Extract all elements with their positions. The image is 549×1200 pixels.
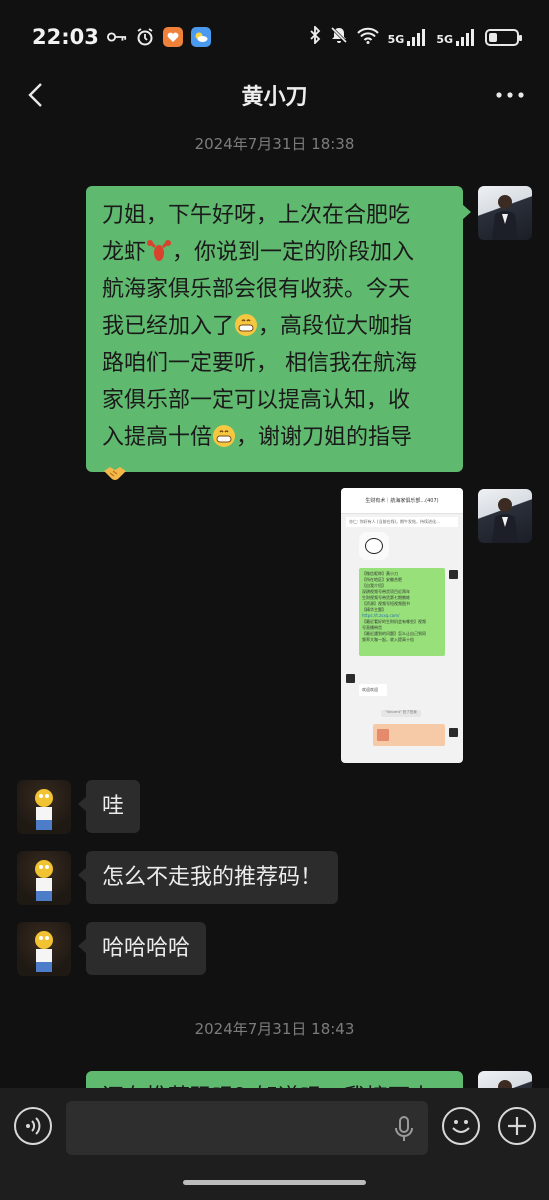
message-input[interactable] [66, 1101, 428, 1155]
status-time: 22:03 [32, 25, 99, 49]
image-chat-header: 生财有术｜航海家俱乐部...(407) [341, 488, 463, 514]
avatar-self[interactable] [478, 489, 532, 543]
emoji-icon [452, 1120, 470, 1133]
status-bar: 22:03 5G 5G [0, 0, 549, 74]
app-heart-icon [162, 27, 183, 47]
timestamp: 2024年7月31日 18:43 [194, 1020, 355, 1038]
alarm-icon [135, 27, 155, 47]
panda-sticker-icon [359, 532, 389, 560]
panda-face [365, 538, 383, 554]
mute-icon [330, 26, 348, 48]
more-dots-icon [496, 92, 524, 98]
key-icon [106, 27, 127, 47]
emoji-button[interactable] [442, 1107, 480, 1145]
status-right-icons: 5G 5G [309, 24, 522, 48]
status-left-icons [106, 27, 211, 47]
image-card [373, 724, 445, 746]
image-card-thumb [377, 729, 389, 741]
network-type-1: 5G [387, 32, 405, 46]
more-button[interactable] [493, 78, 527, 112]
battery-level [489, 32, 497, 42]
grin-emoji-icon [234, 312, 258, 336]
input-bar [0, 1088, 549, 1200]
voice-icon [26, 1117, 41, 1135]
battery-icon [485, 28, 522, 46]
image-line: 频率大咖一起，收入提高十倍 [362, 637, 414, 642]
message-line: 家俱乐部一定可以提高认知，收 [102, 388, 411, 413]
message-bubble-incoming[interactable]: 怎么不走我的推荐码！ [77, 851, 339, 904]
image-avatar [449, 570, 458, 579]
avatar-contact[interactable] [17, 780, 71, 834]
bluetooth-icon [309, 24, 321, 48]
image-notice: 亦仁: 你好有人 (当前在线)，期午发帖，持续进化... [346, 517, 458, 527]
plus-icon [508, 1117, 526, 1135]
grin-emoji-icon [212, 423, 236, 447]
handshake-emoji-icon [102, 460, 128, 484]
nav-bar: 黄小刀 [0, 74, 549, 116]
image-system-message: "Vincent" 拍了拍我 [381, 710, 421, 717]
message-line: 入提高十倍 ，谢谢刀姐的指导 [102, 419, 463, 456]
lobster-emoji-icon [146, 238, 172, 262]
signal-icon-2: 5G [436, 28, 476, 46]
image-green-bubble: 【微信昵称】黄小刀 【所在地区】安徽合肥 【自我介绍】 深耕视频号带货项目近两年… [359, 568, 445, 656]
plus-button[interactable] [498, 1107, 536, 1145]
message-text: ，谢谢刀姐的指导 [236, 425, 413, 450]
image-avatar [449, 728, 458, 737]
home-indicator[interactable] [183, 1180, 366, 1185]
message-line: 我已经加入了 ，高段位大咖指 [102, 308, 463, 345]
shared-screenshot-image[interactable]: 生财有术｜航海家俱乐部...(407) 亦仁: 你好有人 (当前在线)，期午发帖… [341, 488, 463, 763]
chevron-left-icon [28, 83, 42, 107]
voice-button[interactable] [14, 1107, 52, 1145]
message-text: ，你说到一定的阶段加入 [172, 240, 415, 265]
wifi-icon [356, 27, 379, 48]
message-line: 航海家俱乐部会很有收获。今天 [102, 277, 411, 302]
image-reply-bubble: 欢迎欢迎 [359, 684, 387, 696]
back-button[interactable] [18, 78, 52, 112]
message-text: 龙虾 [102, 240, 147, 265]
message-bubble-outgoing[interactable]: 刀姐，下午好呀，上次在合肥吃 龙虾 ，你说到一定的阶段加入 航海家俱乐部会很有收获… [86, 186, 471, 480]
timestamp: 2024年7月31日 18:38 [194, 135, 355, 153]
message-text: 入提高十倍 [102, 425, 213, 450]
network-type-2: 5G [436, 32, 453, 46]
message-text: ，高段位大咖指 [258, 314, 413, 339]
image-avatar [346, 674, 355, 683]
app-weather-icon [190, 27, 211, 47]
mic-icon[interactable] [392, 1115, 416, 1143]
message-text: 我已经加入了 [102, 314, 235, 339]
avatar-contact[interactable] [17, 922, 71, 976]
signal-icon: 5G [387, 28, 428, 46]
avatar-self[interactable] [478, 186, 532, 240]
message-bubble-incoming[interactable]: 哇 [77, 780, 141, 833]
message-line: 龙虾 ，你说到一定的阶段加入 [102, 234, 463, 271]
chat-title: 黄小刀 [241, 85, 308, 110]
message-bubble-incoming[interactable]: 哈哈哈哈 [77, 922, 207, 975]
message-line: 路咱们一定要听， 相信我在航海 [102, 351, 417, 376]
avatar-contact[interactable] [17, 851, 71, 905]
message-line: 刀姐，下午好呀，上次在合肥吃 [102, 203, 411, 228]
